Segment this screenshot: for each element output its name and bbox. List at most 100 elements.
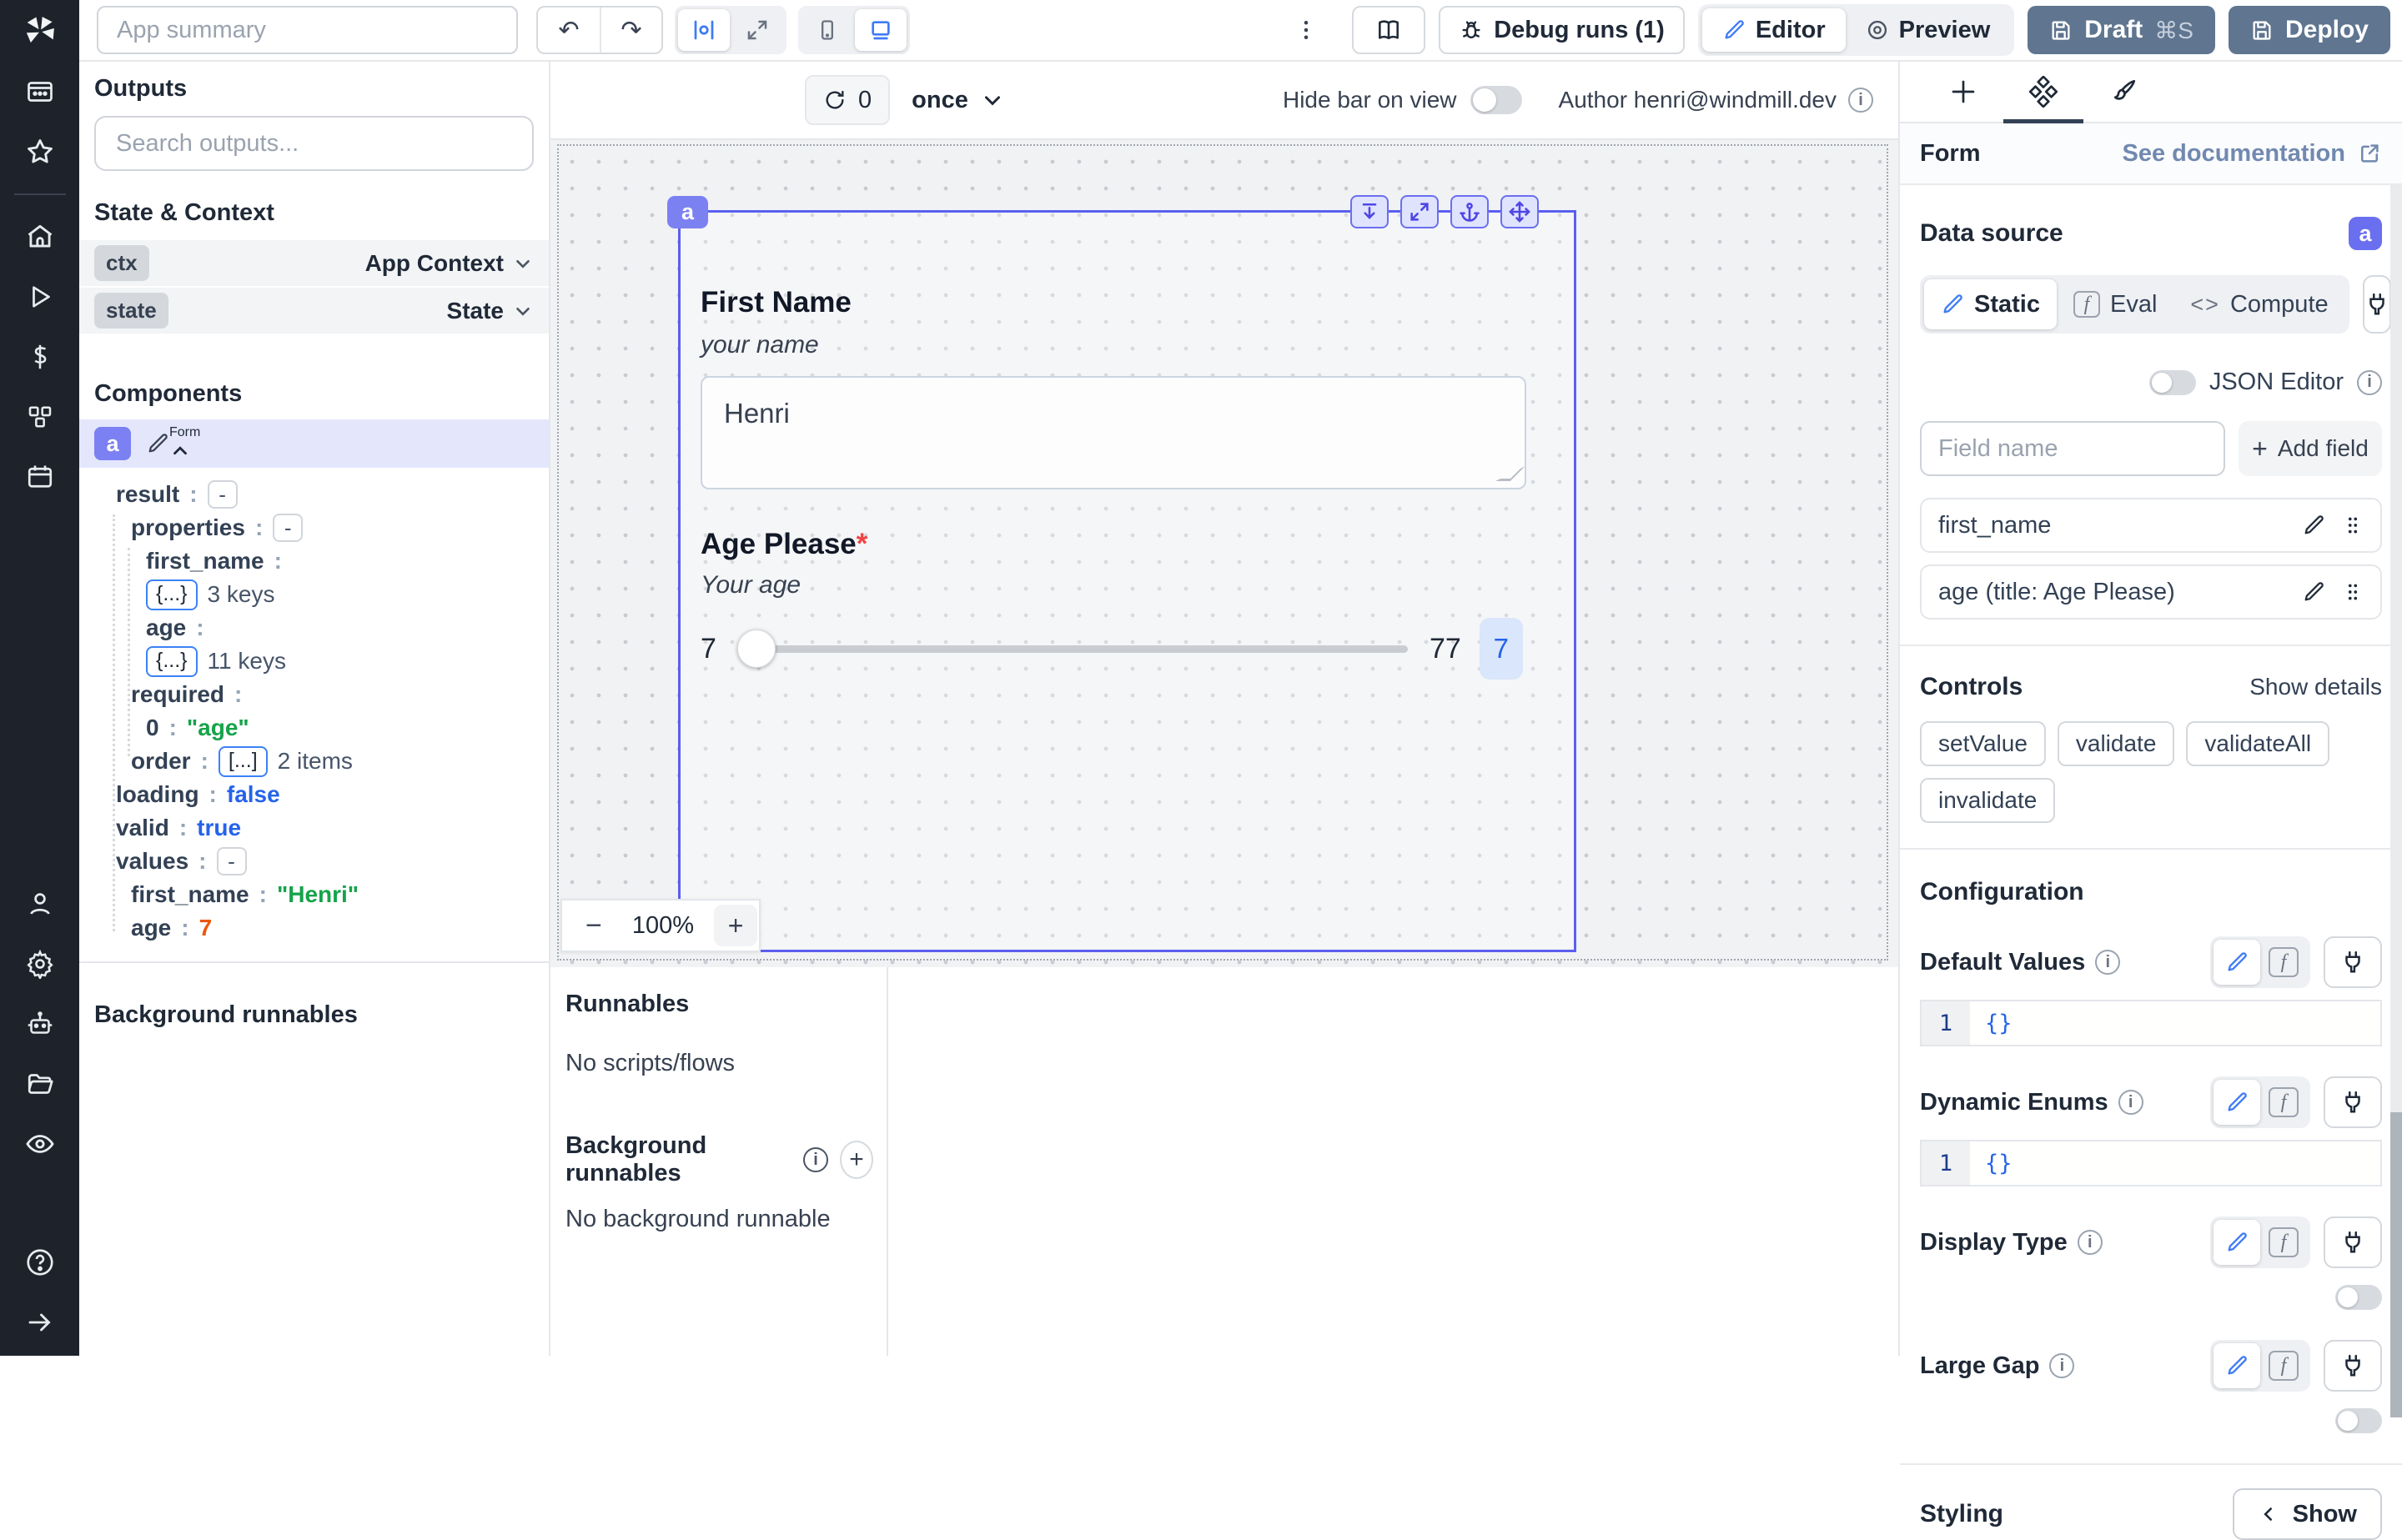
tree-row[interactable]: order : [...] 2 items [98, 745, 534, 778]
tree-row[interactable]: valid : true [98, 811, 534, 845]
connect-plug-button[interactable] [2324, 936, 2382, 988]
tree-row[interactable]: age : 7 [98, 911, 534, 945]
drag-grip-icon[interactable] [2342, 514, 2364, 536]
see-documentation-link[interactable]: See documentation [2123, 140, 2383, 168]
tree-row[interactable]: {...} 3 keys [98, 578, 534, 611]
rename-pencil-icon[interactable] [146, 432, 169, 455]
eval-function-icon[interactable]: f [2260, 1343, 2307, 1388]
tab-styling-brush-icon[interactable] [2083, 61, 2163, 123]
move-icon[interactable] [1500, 195, 1539, 228]
workers-robot-icon[interactable] [22, 1006, 58, 1042]
static-pencil-icon[interactable] [2214, 1220, 2260, 1265]
fill-height-icon[interactable] [1350, 195, 1389, 228]
tree-row[interactable]: 0 : "age" [98, 711, 534, 745]
tab-insert-plus-icon[interactable] [1923, 61, 2003, 123]
tab-component-settings-icon[interactable] [2003, 61, 2083, 123]
default-values-editor[interactable]: 1 {} [1920, 1000, 2382, 1046]
zoom-out-button[interactable]: − [585, 910, 602, 942]
form-component[interactable]: a First Name your name Henri Age Please*… [667, 195, 1576, 952]
json-editor-toggle[interactable] [2148, 369, 2196, 395]
field-row[interactable]: first_name [1920, 498, 2382, 553]
collapse-button[interactable]: - [207, 480, 238, 509]
age-slider[interactable] [737, 629, 1408, 668]
scrollbar-thumb[interactable] [2390, 1112, 2402, 1417]
tree-row[interactable]: result : - [98, 478, 534, 511]
windmill-logo[interactable] [21, 12, 59, 50]
app-canvas[interactable]: a First Name your name Henri Age Please*… [550, 140, 1898, 967]
component-tag-badge[interactable]: a [667, 196, 708, 228]
audit-eye-icon[interactable] [22, 1126, 58, 1162]
app-summary-input[interactable] [97, 6, 518, 54]
static-pencil-icon[interactable] [2214, 1343, 2260, 1388]
display-type-toggle[interactable] [2335, 1285, 2382, 1310]
refresh-count-box[interactable]: 0 [805, 75, 891, 125]
mode-static[interactable]: Static [1924, 279, 2057, 329]
mode-compute[interactable]: <> Compute [2173, 279, 2344, 329]
user-icon[interactable] [22, 885, 58, 922]
eval-function-icon[interactable]: f [2260, 1220, 2307, 1265]
eval-function-icon[interactable]: f [2260, 940, 2307, 985]
expand-object-chip[interactable]: {...} [146, 579, 198, 610]
tree-row[interactable]: first_name : [98, 544, 534, 578]
home-icon[interactable] [22, 218, 58, 255]
field-name-input[interactable] [1920, 421, 2225, 476]
styling-show-button[interactable]: Show [2232, 1488, 2382, 1540]
scrollbar-track[interactable] [2390, 185, 2402, 1417]
tab-preview[interactable]: Preview [1846, 8, 2011, 52]
drag-grip-icon[interactable] [2342, 581, 2364, 603]
collapse-rail-arrow-icon[interactable] [22, 1304, 58, 1341]
first-name-input[interactable]: Henri [701, 376, 1526, 489]
tree-row[interactable]: first_name : "Henri" [98, 878, 534, 911]
chevron-up-icon[interactable] [169, 440, 191, 462]
info-icon[interactable]: i [2077, 1230, 2103, 1255]
draft-button[interactable]: Draft ⌘S [2028, 6, 2215, 54]
edit-pencil-icon[interactable] [2302, 514, 2325, 537]
add-field-button[interactable]: + Add field [2239, 421, 2382, 476]
tree-row[interactable]: properties : - [98, 511, 534, 544]
collapse-button[interactable]: - [216, 847, 247, 875]
kebab-menu-icon[interactable] [1282, 18, 1330, 43]
deploy-button[interactable]: Deploy [2228, 6, 2390, 54]
folders-icon[interactable] [22, 1066, 58, 1102]
eval-function-icon[interactable]: f [2260, 1080, 2307, 1125]
field-row[interactable]: age (title: Age Please) [1920, 564, 2382, 620]
expand-icon[interactable] [1400, 195, 1439, 228]
resources-icon[interactable] [22, 399, 58, 435]
schedules-icon[interactable] [22, 459, 58, 495]
info-icon[interactable]: i [2357, 369, 2382, 395]
add-background-runnable-button[interactable]: + [839, 1141, 873, 1179]
info-icon[interactable]: i [802, 1147, 828, 1172]
debug-runs-button[interactable]: Debug runs (1) [1439, 6, 1685, 54]
anchor-icon[interactable] [1450, 195, 1489, 228]
tree-row[interactable]: age : [98, 611, 534, 645]
control-pill[interactable]: validateAll [2186, 721, 2330, 766]
connect-plug-button[interactable] [2324, 1216, 2382, 1268]
info-icon[interactable]: i [1848, 88, 1873, 113]
large-gap-toggle[interactable] [2335, 1408, 2382, 1433]
expand-object-chip[interactable]: {...} [146, 645, 198, 677]
centered-layout-button[interactable] [678, 9, 730, 51]
ctx-row[interactable]: ctx App Context [79, 240, 549, 286]
tree-row[interactable]: required : [98, 678, 534, 711]
desktop-view-button[interactable] [855, 9, 907, 51]
undo-button[interactable]: ↶ [538, 8, 600, 53]
zoom-in-button[interactable]: + [714, 905, 758, 946]
apps-icon[interactable] [22, 73, 58, 110]
edit-pencil-icon[interactable] [2302, 580, 2325, 604]
schedule-dropdown[interactable]: once [912, 87, 1005, 114]
tree-row[interactable]: loading : false [98, 778, 534, 811]
slider-handle[interactable] [737, 629, 776, 668]
component-form-row[interactable]: a Form [79, 419, 549, 468]
settings-gear-icon[interactable] [22, 946, 58, 982]
tab-editor[interactable]: Editor [1701, 8, 1846, 52]
help-icon[interactable] [22, 1244, 58, 1281]
state-row[interactable]: state State [79, 288, 549, 334]
connect-plug-button[interactable] [2324, 1076, 2382, 1128]
runs-icon[interactable] [22, 278, 58, 315]
fullwidth-layout-button[interactable] [731, 9, 783, 51]
mode-eval[interactable]: f Eval [2057, 279, 2173, 329]
variables-icon[interactable] [22, 339, 58, 375]
resize-handle[interactable] [1495, 466, 1525, 481]
static-pencil-icon[interactable] [2214, 940, 2260, 985]
connect-plug-button[interactable] [2324, 1340, 2382, 1392]
